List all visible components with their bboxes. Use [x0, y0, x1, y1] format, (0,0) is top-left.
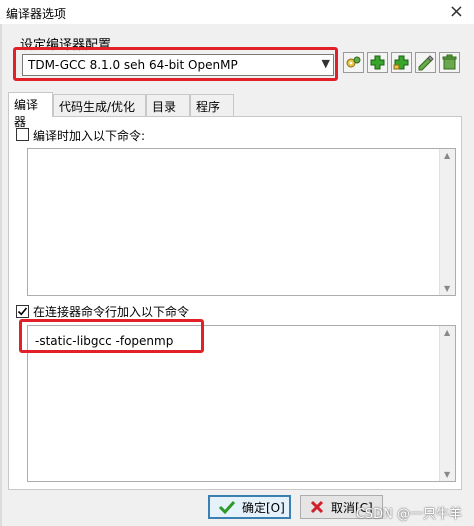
tab-label: 程序 — [196, 100, 221, 114]
rename-icon — [418, 55, 434, 71]
tab-programs[interactable]: 程序 — [190, 94, 234, 116]
ok-button[interactable]: 确定[O] — [208, 495, 291, 519]
linker-commands-checkbox[interactable] — [16, 305, 29, 318]
cancel-x-icon — [310, 500, 324, 514]
ok-label: 确定[O] — [242, 500, 285, 515]
watermark: CSDN @一只牛羊 — [355, 507, 462, 522]
checkmark-icon — [17, 307, 28, 316]
title-bar: 编译器选项 × — [0, 0, 474, 24]
close-icon[interactable]: × — [449, 1, 464, 22]
tab-label: 代码生成/优化 — [59, 100, 136, 114]
add-folder-compiler-button[interactable] — [391, 52, 412, 73]
compiler-commands-textarea[interactable]: ▲ ▼ — [27, 148, 456, 296]
scroll-up-icon[interactable]: ▲ — [444, 151, 450, 160]
add-folder-icon — [393, 55, 409, 70]
add-compiler-button[interactable] — [367, 52, 388, 73]
delete-icon — [442, 54, 457, 70]
add-icon — [370, 55, 385, 70]
scroll-down-icon[interactable]: ▼ — [444, 470, 450, 479]
tab-label: 目录 — [152, 100, 177, 114]
delete-compiler-button[interactable] — [439, 52, 460, 73]
scrollbar[interactable]: ▲ ▼ — [439, 149, 455, 295]
properties-icon — [346, 56, 361, 68]
rename-compiler-button[interactable] — [415, 52, 436, 73]
linker-commands-label: 在连接器命令行加入以下命令 — [33, 305, 190, 319]
scroll-up-icon[interactable]: ▲ — [444, 328, 450, 337]
tab-compiler[interactable]: 编译器 — [8, 92, 53, 129]
highlight-annotation — [19, 319, 204, 353]
tab-directories[interactable]: 目录 — [146, 94, 190, 116]
window-title: 编译器选项 — [6, 7, 67, 21]
scroll-down-icon[interactable]: ▼ — [444, 284, 450, 293]
properties-button[interactable] — [343, 52, 364, 73]
compiler-commands-label: 编译时加入以下命令: — [33, 129, 146, 143]
scrollbar[interactable]: ▲ ▼ — [439, 326, 455, 481]
check-icon — [218, 500, 236, 515]
tab-codegen[interactable]: 代码生成/优化 — [53, 94, 146, 116]
highlight-annotation — [13, 47, 338, 81]
